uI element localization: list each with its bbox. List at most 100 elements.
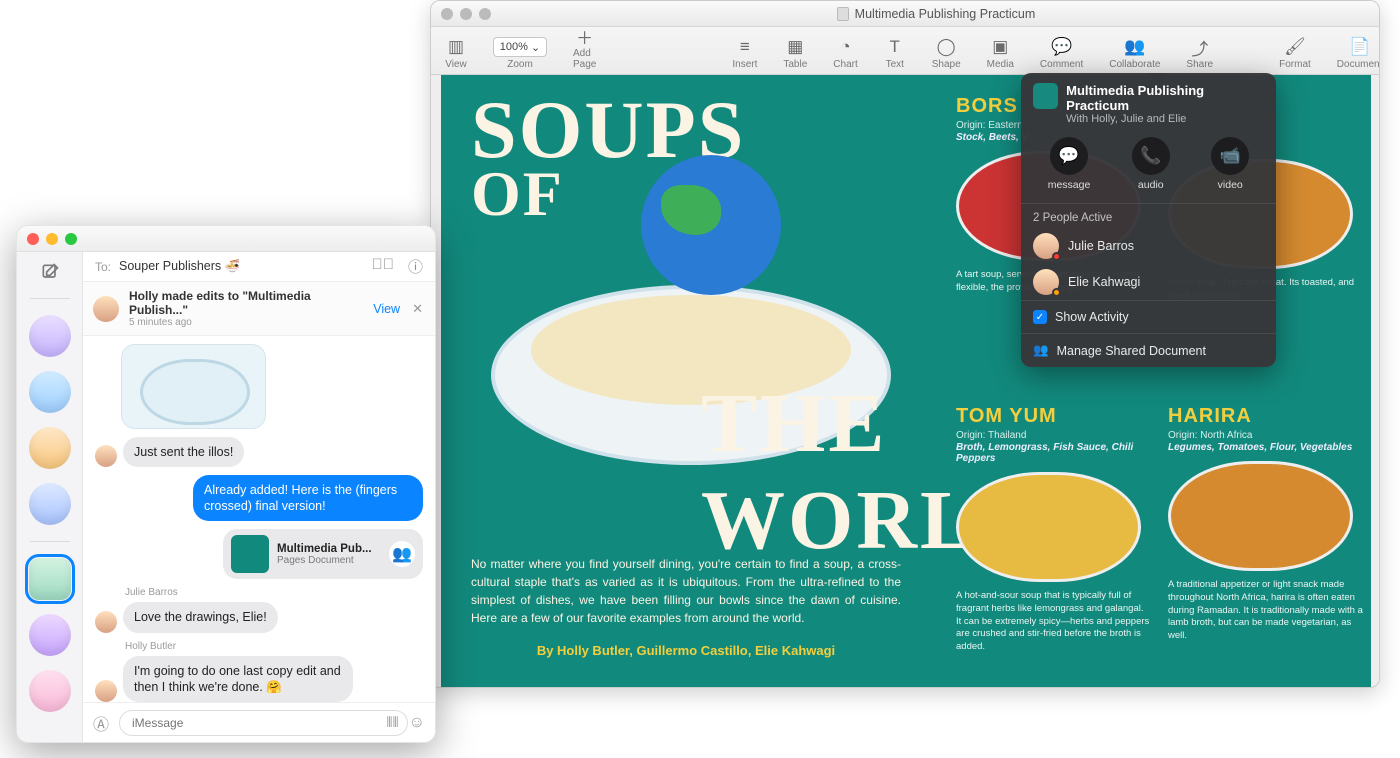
message-bubble-incoming[interactable]: Just sent the illos! — [123, 437, 244, 467]
soup-illustration — [1168, 461, 1353, 571]
byline[interactable]: By Holly Butler, Guillermo Castillo, Eli… — [471, 643, 901, 658]
sender-label: Holly Butler — [125, 641, 423, 652]
message-bubble-incoming[interactable]: I'm going to do one last copy edit and t… — [123, 656, 353, 703]
avatar-icon — [95, 445, 117, 467]
attachment-collab-button[interactable]: 👥 — [389, 541, 415, 567]
collab-audio-button[interactable]: 📞audio — [1132, 137, 1170, 191]
avatar-icon — [95, 611, 117, 633]
message-bubble-outgoing[interactable]: Already added! Here is the (fingers cros… — [193, 475, 423, 522]
minimize-window-button[interactable] — [46, 233, 58, 245]
collab-header: Multimedia Publishing Practicum With Hol… — [1021, 73, 1276, 131]
conversation-sidebar — [17, 252, 83, 742]
manage-shared-document-button[interactable]: 👥 Manage Shared Document — [1021, 333, 1276, 367]
conversation-avatar[interactable] — [29, 427, 71, 469]
avatar-icon — [1033, 233, 1059, 259]
person-name: Elie Kahwagi — [1068, 275, 1140, 289]
pages-document-icon — [231, 535, 269, 573]
document-title: Multimedia Publishing Practicum — [503, 7, 1369, 21]
soup-column-harira[interactable]: HARIRA Origin: North Africa Legumes, Tom… — [1168, 405, 1363, 643]
avatar-icon — [95, 680, 117, 702]
show-activity-toggle[interactable]: ✓ Show Activity — [1021, 300, 1276, 333]
close-window-button[interactable] — [441, 8, 453, 20]
attachment-subtitle: Pages Document — [277, 555, 381, 566]
share-button[interactable]: ⤴Share — [1186, 37, 1213, 70]
emoji-picker-button[interactable]: ☺ — [409, 714, 425, 732]
group-icon: 👥 — [1033, 343, 1049, 358]
sender-label: Julie Barros — [125, 587, 423, 598]
zoom-window-button[interactable] — [65, 233, 77, 245]
banner-view-button[interactable]: View — [373, 302, 400, 316]
insert-button[interactable]: ≡Insert — [732, 37, 757, 70]
pages-window: Multimedia Publishing Practicum ▥View 10… — [430, 0, 1380, 688]
intro-paragraph[interactable]: No matter where you find yourself dining… — [471, 555, 901, 627]
soup-column-tomyum[interactable]: TOM YUM Origin: Thailand Broth, Lemongra… — [956, 405, 1151, 654]
conversation-name: Souper Publishers 🍜 — [119, 259, 240, 274]
collab-participants-summary: With Holly, Julie and Elie — [1066, 113, 1264, 125]
conversation-avatar[interactable] — [29, 315, 71, 357]
collaborate-button[interactable]: 👥Collaborate — [1109, 37, 1160, 70]
message-thread[interactable]: Just sent the illos! Already added! Here… — [83, 336, 435, 702]
minimize-window-button[interactable] — [460, 8, 472, 20]
conversation-avatar[interactable] — [29, 483, 71, 525]
image-message[interactable] — [121, 344, 266, 429]
document-title-text: Multimedia Publishing Practicum — [855, 7, 1036, 21]
divider — [30, 541, 70, 542]
document-button[interactable]: 📄Document — [1337, 37, 1380, 70]
zoom-window-button[interactable] — [479, 8, 491, 20]
avatar-icon — [93, 296, 119, 322]
collab-message-button[interactable]: 💬message — [1048, 137, 1091, 191]
conversation-avatar[interactable] — [29, 670, 71, 712]
checkbox-checked-icon: ✓ — [1033, 310, 1047, 324]
table-button[interactable]: ▦Table — [783, 37, 807, 70]
conversation-main: To: Souper Publishers 🍜 ▢⃞ ⓘ Holly made … — [83, 252, 435, 742]
chart-button[interactable]: ◔Chart — [833, 37, 857, 70]
active-count-label: 2 People Active — [1021, 204, 1276, 228]
shape-button[interactable]: ◯Shape — [932, 37, 961, 70]
conversation-avatar[interactable] — [29, 614, 71, 656]
add-page-button[interactable]: ＋Add Page — [573, 26, 596, 70]
document-thumbnail-icon — [1033, 83, 1058, 109]
media-button[interactable]: ▣Media — [987, 37, 1014, 70]
message-input[interactable] — [119, 710, 408, 736]
person-name: Julie Barros — [1068, 239, 1134, 253]
document-icon — [837, 7, 849, 21]
message-bubble-incoming[interactable]: Love the drawings, Elie! — [123, 602, 278, 632]
banner-text: Holly made edits to "Multimedia Publish.… — [129, 289, 363, 317]
conversation-avatar[interactable] — [29, 371, 71, 413]
collab-video-button[interactable]: 📹video — [1211, 137, 1249, 191]
window-controls — [441, 8, 491, 20]
view-button[interactable]: ▥View — [445, 37, 467, 70]
conversation-header: To: Souper Publishers 🍜 ▢⃞ ⓘ — [83, 252, 435, 282]
close-window-button[interactable] — [27, 233, 39, 245]
phone-icon: 📞 — [1132, 137, 1170, 175]
details-button[interactable]: ⓘ — [408, 256, 423, 277]
text-button[interactable]: TText — [884, 37, 906, 70]
collaborate-popover: Multimedia Publishing Practicum With Hol… — [1021, 73, 1276, 367]
collab-actions: 💬message 📞audio 📹video — [1021, 131, 1276, 204]
divider — [30, 298, 70, 299]
message-icon: 💬 — [1050, 137, 1088, 175]
banner-close-button[interactable]: ✕ — [410, 301, 425, 317]
to-label: To: — [95, 260, 111, 274]
comment-button[interactable]: 💬Comment — [1040, 37, 1083, 70]
compose-button[interactable] — [40, 262, 60, 282]
attachment-title: Multimedia Pub... — [277, 543, 381, 555]
zoom-dropdown[interactable]: 100% ⌄Zoom — [493, 37, 547, 70]
messages-window: To: Souper Publishers 🍜 ▢⃞ ⓘ Holly made … — [16, 225, 436, 743]
message-composer: Ⓐ ⦀⦀ ☺ — [83, 702, 435, 742]
conversation-avatar-selected[interactable] — [29, 558, 71, 600]
pages-toolbar: ▥View 100% ⌄Zoom ＋Add Page ≡Insert ▦Tabl… — [431, 27, 1379, 75]
format-button[interactable]: 🖌Format — [1279, 37, 1311, 70]
collab-person-elie[interactable]: Elie Kahwagi — [1021, 264, 1276, 300]
collab-person-julie[interactable]: Julie Barros — [1021, 228, 1276, 264]
facetime-video-button[interactable]: ▢⃞ — [371, 256, 394, 277]
video-icon: 📹 — [1211, 137, 1249, 175]
collab-doc-title: Multimedia Publishing Practicum — [1066, 83, 1264, 113]
messages-titlebar[interactable] — [17, 226, 435, 252]
pages-titlebar[interactable]: Multimedia Publishing Practicum — [431, 1, 1379, 27]
document-attachment[interactable]: Multimedia Pub... Pages Document 👥 — [223, 529, 423, 579]
apps-button[interactable]: Ⓐ — [93, 711, 109, 735]
activity-banner: Holly made edits to "Multimedia Publish.… — [83, 282, 435, 336]
audio-message-button[interactable]: ⦀⦀ — [386, 714, 398, 731]
avatar-icon — [1033, 269, 1059, 295]
